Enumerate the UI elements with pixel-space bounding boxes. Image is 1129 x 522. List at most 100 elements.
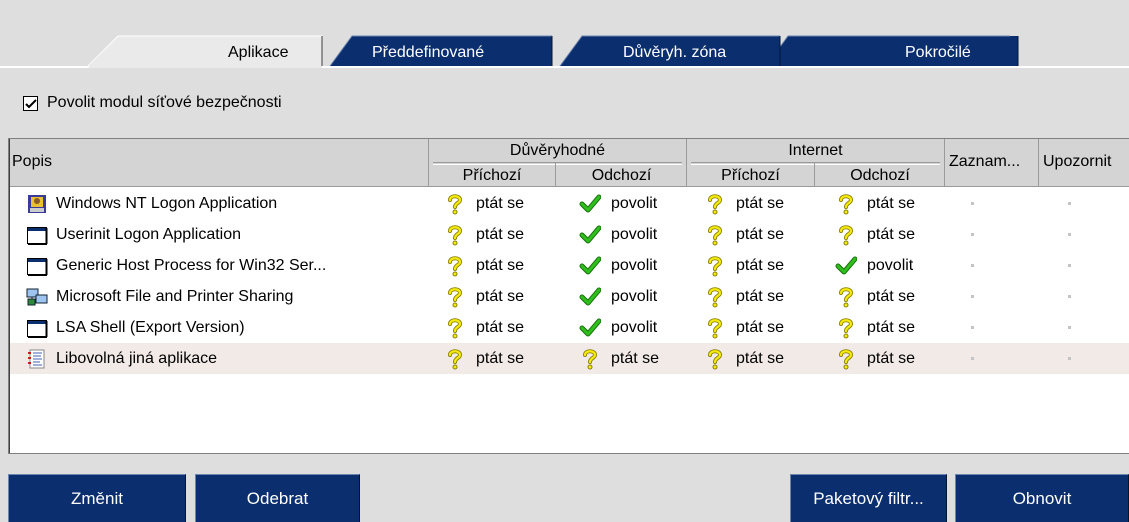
rule-cell-inet-out[interactable]: ptát se <box>835 188 915 219</box>
app-name: Windows NT Logon Application <box>56 194 278 212</box>
empty-marker <box>1068 233 1071 236</box>
column-group-trusted: Důvěryhodné Příchozí Odchozí <box>429 139 687 187</box>
rule-cell-trusted-out[interactable]: ptát se <box>579 343 659 374</box>
rule-cell-trusted-in[interactable]: ptát se <box>444 281 524 312</box>
rule-value: ptát se <box>867 287 916 305</box>
rule-cell-inet-in[interactable]: ptát se <box>704 250 784 281</box>
empty-marker <box>971 357 974 360</box>
log-cell[interactable] <box>971 219 974 250</box>
rule-cell-trusted-in[interactable]: ptát se <box>444 312 524 343</box>
check-icon <box>579 317 602 339</box>
rule-value: povolit <box>611 318 658 336</box>
rule-cell-inet-in[interactable]: ptát se <box>704 312 784 343</box>
empty-marker <box>1068 357 1071 360</box>
rule-cell-trusted-in[interactable]: ptát se <box>444 219 524 250</box>
column-header-popis[interactable]: Popis <box>10 139 429 187</box>
app-name-cell: Windows NT Logon Application <box>26 188 277 219</box>
refresh-button[interactable]: Obnovit <box>955 474 1129 522</box>
check-icon <box>579 255 602 277</box>
column-header-trusted-incoming[interactable]: Příchozí <box>429 163 555 187</box>
tab-bar: Aplikace Předdefinované Důvěryh. zóna Po… <box>0 0 1129 68</box>
remove-button[interactable]: Odebrat <box>195 474 360 522</box>
rule-cell-inet-out[interactable]: ptát se <box>835 312 915 343</box>
window-app-icon <box>26 255 48 277</box>
rule-cell-inet-out[interactable]: ptát se <box>835 219 915 250</box>
notify-cell[interactable] <box>1068 250 1071 281</box>
column-header-notify[interactable]: Upozornit <box>1039 139 1129 187</box>
log-cell[interactable] <box>971 281 974 312</box>
column-header-log[interactable]: Zaznam... <box>945 139 1039 187</box>
log-cell[interactable] <box>971 343 974 374</box>
empty-marker <box>1068 264 1071 267</box>
notify-cell[interactable] <box>1068 188 1071 219</box>
table-row[interactable]: LSA Shell (Export Version) ptát se povolit… <box>10 312 1129 343</box>
rule-value: povolit <box>611 225 658 243</box>
rule-value: ptát se <box>867 194 916 212</box>
rule-value: ptát se <box>476 194 525 212</box>
column-header-internet-outgoing[interactable]: Odchozí <box>815 163 945 187</box>
packet-filter-button[interactable]: Paketový filtr... <box>790 474 947 522</box>
check-icon <box>579 286 602 308</box>
notify-cell[interactable] <box>1068 343 1071 374</box>
tab-preddefinovane[interactable]: Předdefinované <box>372 44 484 62</box>
rule-cell-inet-out[interactable]: povolit <box>835 250 913 281</box>
log-cell[interactable] <box>971 250 974 281</box>
question-icon <box>444 286 466 308</box>
empty-marker <box>1068 295 1071 298</box>
tab-duveryh-zona[interactable]: Důvěryh. zóna <box>623 44 726 62</box>
notify-cell[interactable] <box>1068 219 1071 250</box>
column-group-internet: Internet Příchozí Odchozí <box>687 139 945 187</box>
rule-cell-inet-in[interactable]: ptát se <box>704 219 784 250</box>
notify-cell[interactable] <box>1068 281 1071 312</box>
rule-value: povolit <box>611 287 658 305</box>
tab-aplikace[interactable]: Aplikace <box>228 44 288 62</box>
table-row[interactable]: Userinit Logon Application ptát se povolit… <box>10 219 1129 250</box>
rule-cell-trusted-in[interactable]: ptát se <box>444 343 524 374</box>
tab-pokrocile[interactable]: Pokročilé <box>905 44 971 62</box>
rule-value: ptát se <box>736 194 785 212</box>
rule-value: ptát se <box>476 287 525 305</box>
notify-cell[interactable] <box>1068 312 1071 343</box>
check-icon <box>835 255 858 277</box>
app-name-cell: LSA Shell (Export Version) <box>26 312 245 343</box>
network-sharing-icon <box>26 286 48 308</box>
column-header-internet-incoming[interactable]: Příchozí <box>687 163 814 187</box>
question-icon <box>444 317 466 339</box>
rule-cell-inet-in[interactable]: ptát se <box>704 188 784 219</box>
question-icon <box>835 193 857 215</box>
rule-cell-trusted-in[interactable]: ptát se <box>444 188 524 219</box>
change-button[interactable]: Změnit <box>8 474 186 522</box>
rule-value: ptát se <box>867 318 916 336</box>
rule-value: povolit <box>611 194 658 212</box>
rule-cell-trusted-out[interactable]: povolit <box>579 188 657 219</box>
rule-cell-inet-in[interactable]: ptát se <box>704 281 784 312</box>
rule-cell-trusted-in[interactable]: ptát se <box>444 250 524 281</box>
rule-value: ptát se <box>736 287 785 305</box>
question-icon <box>704 193 726 215</box>
table-row[interactable]: Libovolná jiná aplikace ptát se ptát se ptá… <box>10 343 1129 374</box>
empty-marker <box>971 264 974 267</box>
log-cell[interactable] <box>971 188 974 219</box>
enable-network-security-checkbox[interactable] <box>23 95 38 111</box>
app-name-cell: Userinit Logon Application <box>26 219 241 250</box>
rule-cell-inet-out[interactable]: ptát se <box>835 343 915 374</box>
table-row[interactable]: Windows NT Logon Application ptát se povol… <box>10 188 1129 219</box>
rule-cell-inet-out[interactable]: ptát se <box>835 281 915 312</box>
table-row[interactable]: Microsoft File and Printer Sharing ptát s… <box>10 281 1129 312</box>
question-icon <box>444 255 466 277</box>
empty-marker <box>971 295 974 298</box>
column-header-trusted-outgoing[interactable]: Odchozí <box>556 163 687 187</box>
question-icon <box>835 348 857 370</box>
app-name-cell: Microsoft File and Printer Sharing <box>26 281 293 312</box>
log-cell[interactable] <box>971 312 974 343</box>
rule-cell-trusted-out[interactable]: povolit <box>579 219 657 250</box>
rule-value: ptát se <box>867 349 916 367</box>
rule-cell-inet-in[interactable]: ptát se <box>704 343 784 374</box>
any-app-list-icon <box>26 348 48 370</box>
rule-cell-trusted-out[interactable]: povolit <box>579 281 657 312</box>
application-list[interactable]: Popis Důvěryhodné Příchozí Odchozí Inter… <box>8 138 1129 454</box>
rule-cell-trusted-out[interactable]: povolit <box>579 250 657 281</box>
rule-cell-trusted-out[interactable]: povolit <box>579 312 657 343</box>
table-row[interactable]: Generic Host Process for Win32 Ser... ptá… <box>10 250 1129 281</box>
enable-network-security-row[interactable]: Povolit modul síťové bezpečnosti <box>23 93 282 113</box>
